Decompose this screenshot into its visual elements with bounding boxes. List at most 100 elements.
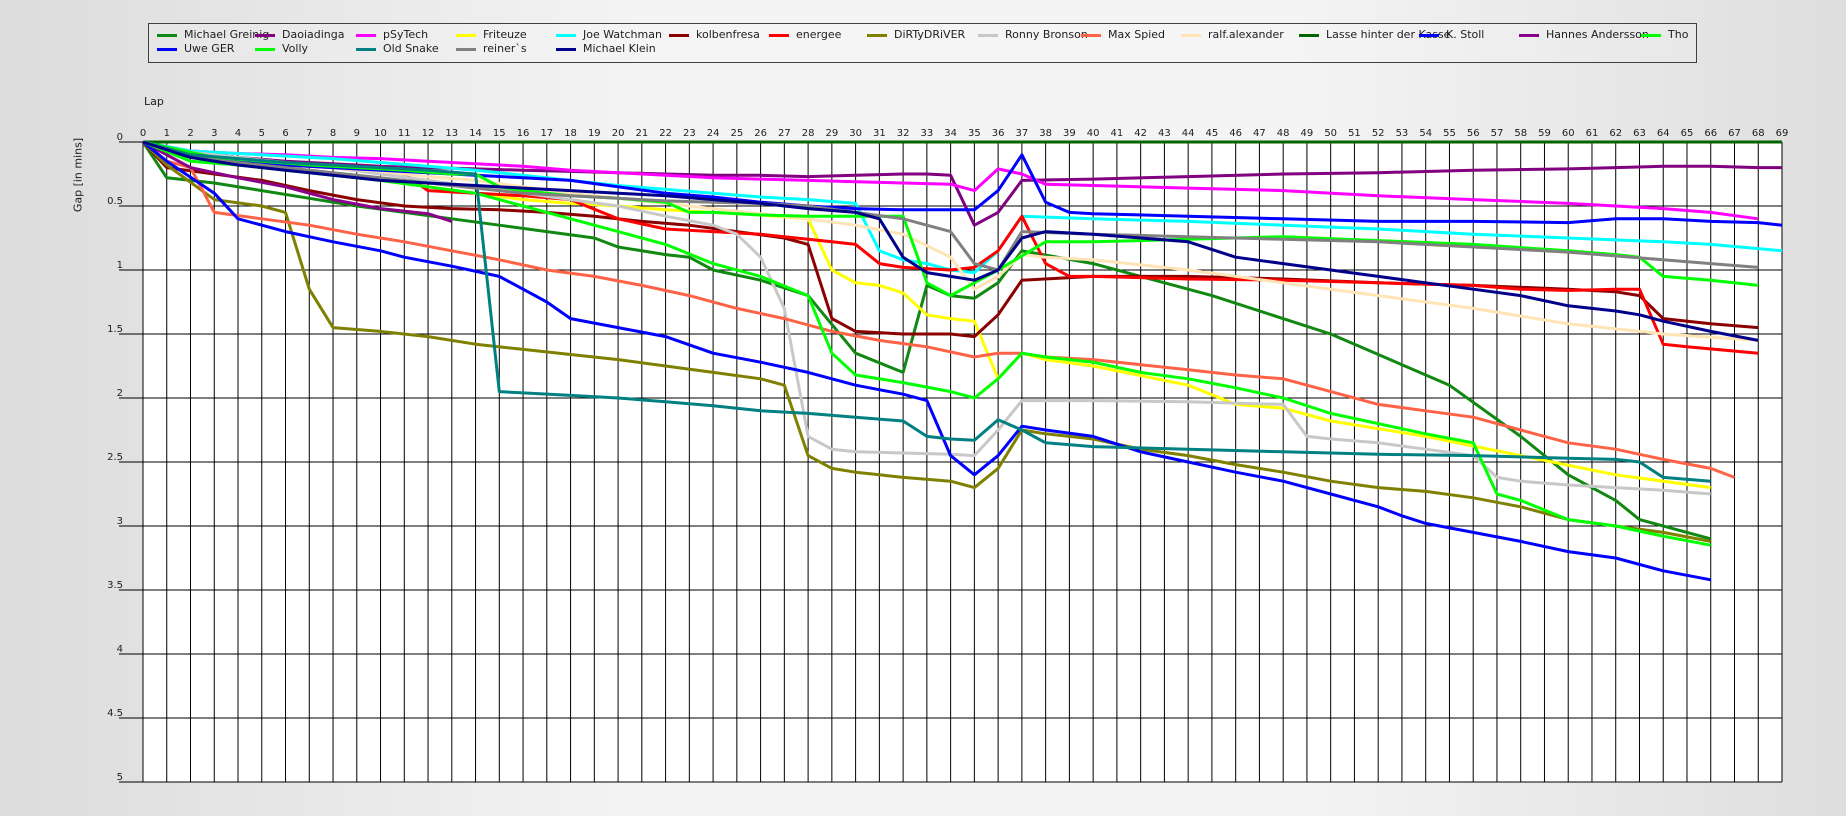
legend-label: Hannes Andersson [1546, 28, 1649, 41]
x-tick-label: 17 [540, 128, 553, 139]
x-tick-label: 8 [330, 128, 336, 139]
x-tick-label: 1 [164, 128, 170, 139]
y-tick-label: 3 [117, 516, 123, 527]
legend-swatch [157, 48, 177, 51]
x-tick-label: 30 [849, 128, 862, 139]
legend-swatch [1519, 34, 1539, 37]
legend-label: energee [796, 28, 842, 41]
y-tick-label: 5 [117, 772, 123, 783]
y-tick-label: 2 [117, 388, 123, 399]
x-tick-label: 24 [707, 128, 720, 139]
legend-label: reiner`s [483, 42, 527, 55]
legend-swatch [669, 34, 689, 37]
x-tick-label: 67 [1728, 128, 1741, 139]
legend-swatch [255, 34, 275, 37]
legend-label: Ronny Bronson [1005, 28, 1088, 41]
x-tick-label: 16 [517, 128, 530, 139]
legend-swatch [356, 34, 376, 37]
x-tick-label: 14 [469, 128, 482, 139]
legend-label: ralf.alexander [1208, 28, 1284, 41]
x-tick-label: 51 [1348, 128, 1361, 139]
x-tick-label: 52 [1372, 128, 1385, 139]
x-axis-ticks: 0 1 2 3 4 5 6 7 8 9 10 11 12 13 14 15 16 17 18 19 20 21 22 23 24… [140, 128, 1789, 139]
x-axis-title: Lap [144, 95, 164, 108]
legend-swatch [769, 34, 789, 37]
y-tick-label: 0 [117, 132, 123, 143]
legend-swatch [556, 48, 576, 51]
x-tick-label: 5 [259, 128, 265, 139]
x-tick-label: 44 [1182, 128, 1195, 139]
x-tick-label: 56 [1467, 128, 1480, 139]
x-tick-label: 22 [659, 128, 672, 139]
x-tick-label: 34 [944, 128, 957, 139]
x-tick-label: 54 [1419, 128, 1432, 139]
x-tick-label: 3 [211, 128, 217, 139]
legend-swatch [1299, 34, 1319, 37]
legend-label: kolbenfresa [696, 28, 760, 41]
legend-swatch [255, 48, 275, 51]
legend-label: Michael Klein [583, 42, 656, 55]
x-tick-label: 31 [873, 128, 886, 139]
y-tick-label: 4 [117, 644, 123, 655]
legend-swatch [1081, 34, 1101, 37]
x-tick-label: 63 [1633, 128, 1646, 139]
x-tick-label: 13 [445, 128, 458, 139]
x-tick-label: 23 [683, 128, 696, 139]
legend-label: pSyTech [383, 28, 429, 41]
x-tick-label: 65 [1681, 128, 1694, 139]
legend-swatch [456, 34, 476, 37]
x-tick-label: 57 [1491, 128, 1504, 139]
x-tick-label: 18 [564, 128, 577, 139]
x-tick-label: 6 [282, 128, 288, 139]
x-tick-label: 33 [921, 128, 934, 139]
x-tick-label: 28 [802, 128, 815, 139]
legend-label: Uwe GER [184, 42, 235, 55]
x-tick-label: 58 [1514, 128, 1527, 139]
x-tick-label: 50 [1324, 128, 1337, 139]
x-tick-label: 2 [187, 128, 193, 139]
x-tick-label: 69 [1776, 128, 1789, 139]
x-tick-label: 47 [1253, 128, 1266, 139]
y-axis-ticks: 0 0.5 1 1.5 2 2.5 3 3.5 4 4.5 5 [107, 132, 123, 783]
x-tick-label: 29 [825, 128, 838, 139]
y-tick-label: 3.5 [107, 580, 123, 591]
legend-label: Daoiadinga [282, 28, 345, 41]
x-tick-label: 36 [992, 128, 1005, 139]
legend-label: Old Snake [383, 42, 439, 55]
x-tick-label: 68 [1752, 128, 1765, 139]
legend: Michael Greinig Daoiadinga pSyTech Friteuze… [148, 23, 1697, 63]
plot-area: 0 1 2 3 4 5 6 7 8 9 10 11 12 13 14 15 16 17 18 19 20 21 22 23 24… [107, 128, 1789, 783]
x-tick-label: 25 [730, 128, 743, 139]
x-tick-label: 55 [1443, 128, 1456, 139]
legend-label: DiRTyDRiVER [894, 28, 966, 41]
legend-label: Max Spied [1108, 28, 1166, 41]
legend-label: Volly [282, 42, 309, 55]
y-tick-label: 1 [117, 260, 123, 271]
legend-swatch [1181, 34, 1201, 37]
x-tick-label: 41 [1111, 128, 1124, 139]
x-tick-label: 10 [374, 128, 387, 139]
legend-swatch [978, 34, 998, 37]
x-tick-label: 7 [306, 128, 312, 139]
legend-swatch [456, 48, 476, 51]
x-tick-label: 38 [1039, 128, 1052, 139]
x-tick-label: 11 [398, 128, 411, 139]
x-tick-label: 12 [422, 128, 435, 139]
x-tick-label: 45 [1206, 128, 1219, 139]
legend-swatch [1419, 34, 1439, 37]
x-tick-label: 64 [1657, 128, 1670, 139]
x-tick-label: 35 [968, 128, 981, 139]
x-tick-label: 19 [588, 128, 601, 139]
x-tick-label: 60 [1562, 128, 1575, 139]
legend-swatch [356, 48, 376, 51]
legend-label: Tho [1668, 28, 1689, 41]
x-tick-label: 26 [754, 128, 767, 139]
y-tick-label: 0.5 [107, 196, 123, 207]
x-tick-label: 0 [140, 128, 146, 139]
legend-label: K. Stoll [1446, 28, 1485, 41]
x-tick-label: 46 [1229, 128, 1242, 139]
legend-swatch [556, 34, 576, 37]
x-tick-label: 53 [1396, 128, 1409, 139]
x-tick-label: 48 [1277, 128, 1290, 139]
legend-label: Friteuze [483, 28, 527, 41]
